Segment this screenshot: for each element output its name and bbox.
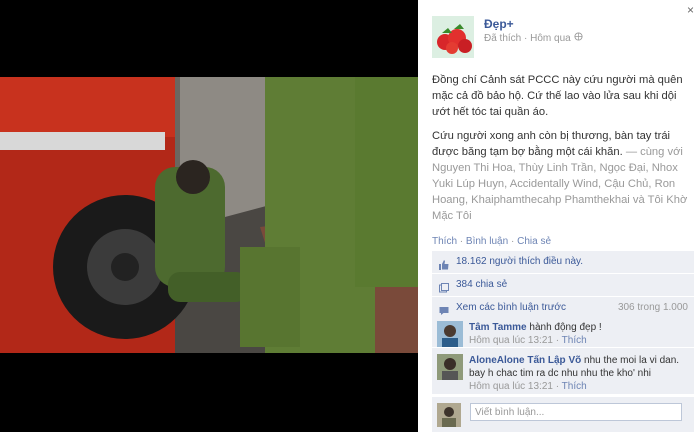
caption-paragraph-1: Đồng chí Cảnh sát PCCC này cứu người mà … [432, 74, 683, 118]
shares-count[interactable]: 384 chia sẻ [456, 279, 507, 290]
commenter-avatar[interactable] [437, 321, 463, 347]
shares-row: 384 chia sẻ [432, 274, 694, 297]
separator: · [459, 236, 464, 247]
photo-viewer [0, 0, 418, 432]
share-link[interactable]: Chia sẻ [517, 236, 551, 247]
likes-row: 18.162 người thích điều này. [432, 251, 694, 274]
view-previous-comments[interactable]: Xem các bình luận trước [456, 302, 566, 313]
globe-icon [573, 32, 583, 44]
comment-body: Tâm Tamme hành động đẹp ! Hôm qua lúc 13… [469, 321, 691, 347]
likes-count[interactable]: 18.162 người thích điều này. [456, 256, 583, 267]
share-icon [439, 280, 449, 293]
comment-input[interactable]: Viết bình luận... [470, 403, 682, 421]
comment-link[interactable]: Bình luận [466, 236, 508, 247]
comment-text: hành động đẹp ! [526, 322, 602, 333]
page-name[interactable]: Đẹp+ [484, 17, 514, 31]
post-caption: Đồng chí Cảnh sát PCCC này cứu người mà … [432, 72, 690, 232]
comment-time[interactable]: Hôm qua lúc 13:21 [469, 381, 553, 392]
post-time[interactable]: Hôm qua [530, 33, 571, 44]
comment-item: Tâm Tamme hành động đẹp ! Hôm qua lúc 13… [432, 315, 694, 347]
comment-bubble-icon [439, 303, 449, 315]
caption-paragraph-2: Cứu người xong anh còn bị thương, bàn ta… [432, 128, 690, 224]
commenter-avatar[interactable] [437, 354, 463, 380]
separator: · [510, 236, 515, 247]
comment-meta: Hôm qua lúc 13:21 · Thích [469, 381, 587, 392]
like-link[interactable]: Thích [432, 236, 457, 247]
comment-like-link[interactable]: Thích [562, 335, 587, 346]
post-photo[interactable] [0, 77, 418, 353]
comment-author[interactable]: Tâm Tamme [469, 322, 527, 333]
thumbs-up-icon [439, 257, 449, 270]
post-actions: Thích · Bình luận · Chia sẻ [432, 236, 551, 247]
comment-meta: Hôm qua lúc 13:21 · Thích [469, 335, 587, 346]
comment-author[interactable]: AloneAlone Tấn Lập Võ [469, 355, 581, 366]
comment-time[interactable]: Hôm qua lúc 13:21 [469, 335, 553, 346]
current-user-avatar [437, 403, 461, 427]
liked-status[interactable]: Đã thích [484, 33, 521, 44]
comment-like-link[interactable]: Thích [562, 381, 587, 392]
comment-item: AloneAlone Tấn Lập Võ nhu the moi la vi … [432, 348, 694, 394]
post-meta: Đã thích · Hôm qua [484, 32, 583, 44]
close-icon[interactable]: × [687, 3, 694, 17]
comment-body: AloneAlone Tấn Lập Võ nhu the moi la vi … [469, 354, 691, 393]
post-sidebar: × Đẹp+ Đã thích · Hôm qua Đồng chí Cảnh … [418, 0, 700, 432]
page-avatar[interactable] [432, 16, 474, 58]
